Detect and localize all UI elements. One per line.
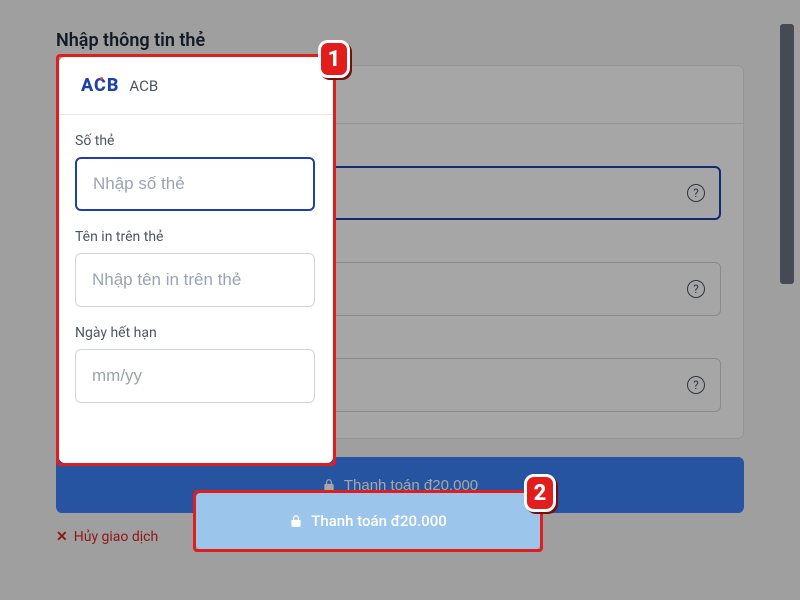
help-icon[interactable]: ? [687,376,705,394]
callout-box-2 [193,490,543,552]
help-icon[interactable]: ? [687,184,705,202]
close-icon: ✕ [56,529,68,545]
help-icon[interactable]: ? [687,280,705,298]
callout-badge-2: 2 [524,474,556,512]
page-title: Nhập thông tin thẻ [56,30,744,51]
callout-box-1 [56,54,336,466]
scrollbar[interactable] [780,24,794,284]
callout-badge-1: 1 [318,40,350,78]
cancel-label: Hủy giao dịch [74,529,158,545]
